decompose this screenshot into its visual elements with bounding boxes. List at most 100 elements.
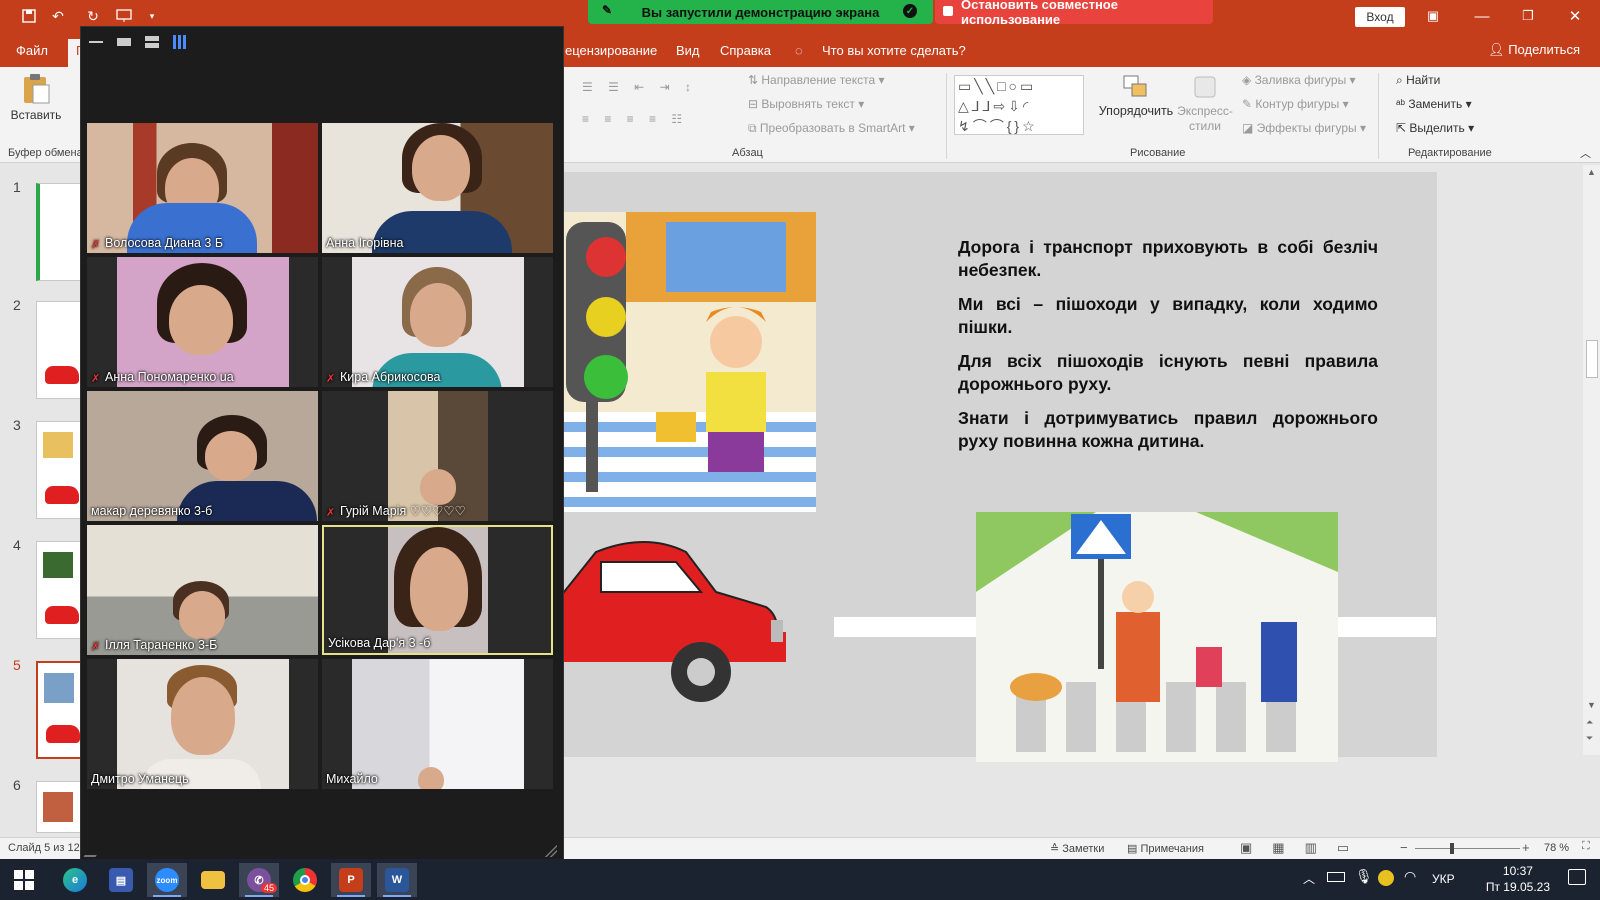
comments-button[interactable]: ▤ Примечания bbox=[1127, 842, 1204, 855]
share-button[interactable]: 👤︎ Поделиться bbox=[1488, 42, 1580, 58]
collapse-ribbon-icon[interactable]: ︿ bbox=[1580, 145, 1591, 161]
pedestrian-crossing-illustration bbox=[976, 512, 1338, 762]
slide-text-box[interactable]: Дорога і транспорт приховують в собі без… bbox=[958, 236, 1378, 464]
shapes-gallery[interactable]: ▭╲╲□○▭ △⅃⅃⇨⇩◜ ↯⌒⌒{}☆ bbox=[954, 75, 1084, 135]
participant-tile[interactable]: ✗ Гурій Марія ♡♡♡♡♡ bbox=[322, 391, 553, 521]
participant-tile[interactable]: Михайло bbox=[322, 659, 553, 789]
start-slideshow-icon[interactable] bbox=[114, 6, 134, 26]
text-direction-button[interactable]: ⇅ Направление текста ▾ bbox=[748, 73, 885, 87]
floppy-app-button[interactable]: ▤ bbox=[101, 863, 141, 897]
file-explorer-button[interactable] bbox=[193, 863, 233, 897]
participant-tile[interactable]: ✗ Ілля Тараненко 3-Б bbox=[87, 525, 318, 655]
slide-thumbnail-1[interactable] bbox=[36, 183, 82, 281]
notifications-icon[interactable] bbox=[1568, 869, 1586, 885]
participant-name-label: ✗ Анна Пономаренко ua bbox=[91, 370, 234, 385]
zoom-in-icon[interactable]: + bbox=[1522, 840, 1530, 855]
find-button[interactable]: ⌕ Найти bbox=[1396, 73, 1440, 88]
security-icon[interactable] bbox=[1378, 870, 1394, 886]
minimize-icon[interactable]: — bbox=[1467, 4, 1497, 28]
floppy-disk-icon: ▤ bbox=[109, 868, 133, 892]
list-buttons[interactable]: ☰ ☰ ⇤ ⇥ ↕ bbox=[582, 80, 697, 94]
sign-in-button[interactable]: Вход bbox=[1355, 7, 1405, 27]
scrollbar-thumb[interactable] bbox=[1586, 340, 1598, 378]
customize-toolbar-icon[interactable]: ▾ bbox=[142, 6, 162, 26]
slide-thumbnail-3[interactable] bbox=[36, 421, 82, 519]
system-clock[interactable]: 10:37 Пт 19.05.23 bbox=[1486, 863, 1550, 895]
previous-slide-icon[interactable]: ⏶ bbox=[1586, 717, 1593, 728]
tab-review[interactable]: ецензирование bbox=[565, 43, 657, 58]
stop-share-button[interactable]: Остановить совместное использование bbox=[935, 0, 1213, 27]
align-buttons[interactable]: ≡ ≡ ≡ ≡ ☷ bbox=[582, 112, 688, 126]
align-text-button[interactable]: ⊟ Выровнять текст ▾ bbox=[748, 97, 864, 111]
notes-button[interactable]: ≙ Заметки bbox=[1050, 842, 1104, 855]
convert-smartart-button[interactable]: ⧉ Преобразовать в SmartArt ▾ bbox=[748, 121, 915, 136]
tab-help[interactable]: Справка bbox=[720, 43, 771, 58]
ribbon-display-options-icon[interactable]: ▣ bbox=[1418, 4, 1448, 28]
zoom-slider[interactable] bbox=[1415, 848, 1520, 849]
participant-tile[interactable]: ✗ Анна Пономаренко ua bbox=[87, 257, 318, 387]
participant-name-label: Дмитро Уманець bbox=[91, 772, 189, 786]
start-button[interactable] bbox=[4, 863, 44, 897]
undo-icon[interactable]: ↶ bbox=[48, 6, 68, 26]
traffic-light-illustration bbox=[556, 212, 816, 512]
resize-grip-icon[interactable] bbox=[83, 845, 103, 857]
participant-tile[interactable]: ✗ Волосова Диана 3 Б bbox=[87, 123, 318, 253]
restore-icon[interactable]: ❐ bbox=[1513, 4, 1543, 28]
shape-fill-button[interactable]: ◈ Заливка фигуры ▾ bbox=[1242, 73, 1356, 87]
participant-tile[interactable]: Дмитро Уманець bbox=[87, 659, 318, 789]
paste-button[interactable]: Вставить bbox=[8, 73, 64, 135]
single-view-icon[interactable] bbox=[117, 38, 131, 46]
zoom-out-icon[interactable]: − bbox=[1400, 840, 1408, 855]
participant-tile[interactable]: макар деревянко 3-б bbox=[87, 391, 318, 521]
next-slide-icon[interactable]: ⏷ bbox=[1586, 733, 1593, 744]
participant-tile[interactable]: ✗ Кира Абрикосова bbox=[322, 257, 553, 387]
replace-button[interactable]: ᵃᵇ Заменить ▾ bbox=[1396, 97, 1472, 111]
chrome-app-button[interactable] bbox=[285, 863, 325, 897]
select-button[interactable]: ⇱ Выделить ▾ bbox=[1396, 121, 1474, 135]
redo-icon[interactable]: ↻ bbox=[83, 6, 103, 26]
participant-tile[interactable]: Анна Ігорівна bbox=[322, 123, 553, 253]
powerpoint-app-button[interactable]: P bbox=[331, 863, 371, 897]
tab-file[interactable]: Файл bbox=[16, 43, 48, 58]
tell-me-search[interactable]: Что вы хотите сделать? bbox=[822, 43, 966, 58]
current-slide[interactable]: Дорога і транспорт приховують в собі без… bbox=[556, 172, 1437, 762]
edge-app-button[interactable]: e bbox=[55, 863, 95, 897]
participant-video bbox=[169, 285, 233, 355]
scroll-up-icon[interactable]: ▲ bbox=[1587, 167, 1596, 177]
resize-grip-icon[interactable] bbox=[545, 845, 557, 857]
zoom-slider-thumb[interactable] bbox=[1450, 843, 1454, 854]
slide-thumbnail-4[interactable] bbox=[36, 541, 82, 639]
minimize-video-icon[interactable] bbox=[89, 41, 103, 43]
battery-icon[interactable] bbox=[1327, 872, 1345, 882]
gallery-view-icon[interactable] bbox=[173, 35, 187, 49]
zoom-app-button[interactable]: zoom bbox=[147, 863, 187, 897]
language-indicator[interactable]: УКР bbox=[1432, 872, 1455, 886]
quick-styles-button[interactable]: Экспресс-стили bbox=[1175, 73, 1235, 134]
scroll-down-icon[interactable]: ▼ bbox=[1587, 700, 1596, 710]
notification-badge: 45 bbox=[260, 883, 277, 893]
slide-thumbnail-5[interactable] bbox=[36, 661, 82, 759]
wifi-icon[interactable]: ◠ bbox=[1404, 868, 1416, 885]
shape-outline-button[interactable]: ✎ Контур фигуры ▾ bbox=[1242, 97, 1349, 111]
clipboard-icon bbox=[24, 74, 50, 104]
arrange-button[interactable]: Упорядочить bbox=[1096, 73, 1176, 118]
zoom-view-toolbar bbox=[81, 27, 565, 57]
close-icon[interactable]: ✕ bbox=[1560, 4, 1590, 28]
view-buttons[interactable]: ▣▦▥▭ bbox=[1240, 840, 1369, 856]
word-app-button[interactable]: W bbox=[377, 863, 417, 897]
shape-effects-button[interactable]: ◪ Эффекты фигуры ▾ bbox=[1242, 121, 1366, 135]
strip-view-icon[interactable] bbox=[145, 36, 159, 48]
fit-slide-icon[interactable]: ⛶ bbox=[1582, 840, 1590, 853]
slide-thumbnail-2[interactable] bbox=[36, 301, 82, 399]
participant-video bbox=[412, 135, 470, 201]
slide-scrollbar[interactable]: ▲ ▼ ⏶ ⏷ bbox=[1583, 165, 1600, 755]
zoom-level[interactable]: 78 % bbox=[1544, 842, 1569, 854]
microphone-icon[interactable]: 🎙︎ bbox=[1355, 868, 1373, 885]
tab-view[interactable]: Вид bbox=[676, 43, 700, 58]
show-hidden-icons-icon[interactable]: ︿ bbox=[1303, 870, 1315, 887]
save-icon[interactable] bbox=[19, 6, 39, 26]
convert-smartart-label: Преобразовать в SmartArt bbox=[759, 121, 906, 135]
viber-app-button[interactable]: ✆ 45 bbox=[239, 863, 279, 897]
participant-tile-active-speaker[interactable]: Усікова Дар'я 3 -б bbox=[322, 525, 553, 655]
slide-thumbnail-6[interactable] bbox=[36, 781, 82, 833]
